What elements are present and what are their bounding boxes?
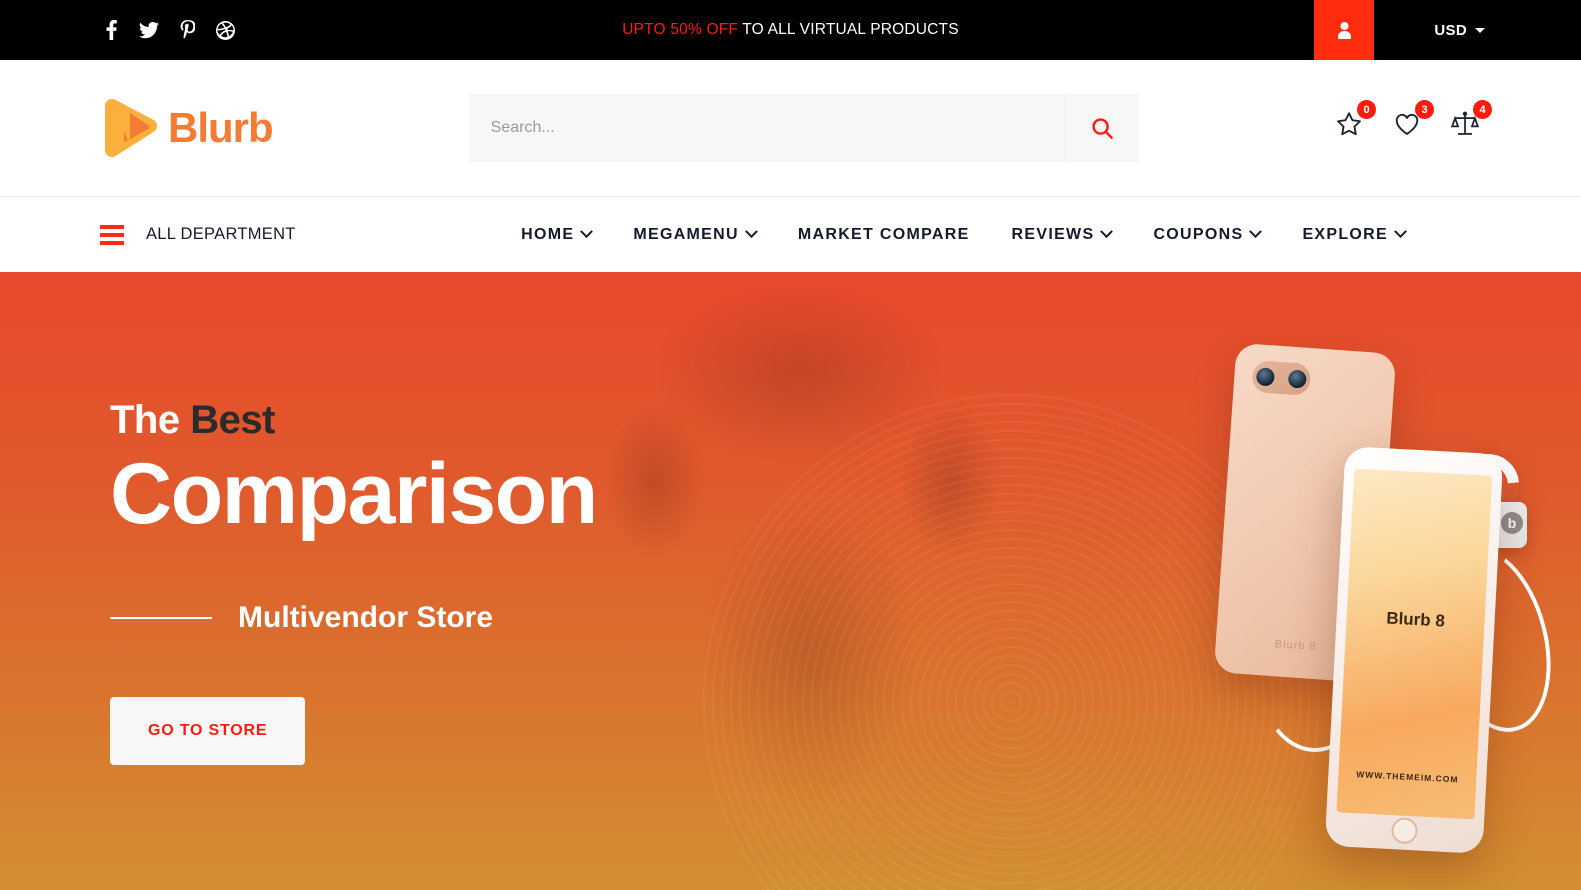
chevron-down-icon xyxy=(1249,225,1263,239)
blurb-play-logo-icon xyxy=(105,99,157,157)
chevron-down-icon xyxy=(580,225,594,239)
star-badge: 0 xyxy=(1357,100,1376,119)
wishlist-star-button[interactable]: 0 xyxy=(1335,100,1376,140)
promo-highlight: UPTO 50% OFF xyxy=(622,21,739,38)
logo-text: Blurb xyxy=(168,104,274,151)
heart-badge: 3 xyxy=(1415,100,1434,119)
hamburger-icon xyxy=(100,224,124,245)
phone-screen-url: WWW.THEMEIM.COM xyxy=(1355,769,1459,785)
hero-eyebrow-light: The xyxy=(110,398,191,442)
promo-rest: TO ALL VIRTUAL PRODUCTS xyxy=(738,21,959,38)
hero-eyebrow: The Best xyxy=(110,398,1581,443)
nav-item-label: REVIEWS xyxy=(1011,225,1095,243)
search-input[interactable] xyxy=(468,94,1065,162)
favourites-heart-button[interactable]: 3 xyxy=(1393,100,1434,140)
hero-content: The Best Comparison Multivendor Store GO… xyxy=(0,272,1581,766)
nav-item-label: MEGAMENU xyxy=(633,225,739,243)
chevron-down-icon xyxy=(744,225,758,239)
hero-subtitle-row: Multivendor Store xyxy=(110,601,1581,635)
nav-item-label: COUPONS xyxy=(1153,225,1244,243)
nav-item-coupons[interactable]: COUPONS xyxy=(1153,225,1263,244)
nav-item-market-compare[interactable]: MARKET COMPARE xyxy=(798,226,970,244)
header-icon-group: 0 3 4 xyxy=(1335,100,1492,146)
nav-item-label: HOME xyxy=(521,225,575,243)
go-to-store-button[interactable]: GO TO STORE xyxy=(110,697,306,766)
hero-subtitle: Multivendor Store xyxy=(238,601,494,635)
top-bar: UPTO 50% OFF TO ALL VIRTUAL PRODUCTS USD xyxy=(0,0,1581,60)
nav-item-megamenu[interactable]: MEGAMENU xyxy=(633,225,758,244)
nav-item-label: EXPLORE xyxy=(1302,225,1388,243)
nav-item-home[interactable]: HOME xyxy=(521,225,594,244)
compare-button[interactable]: 4 xyxy=(1451,100,1492,140)
site-header: Blurb 0 3 xyxy=(0,60,1581,196)
search-bar xyxy=(468,94,1139,162)
nav-menu: HOME MEGAMENU MARKET COMPARE REVIEWS COU… xyxy=(521,225,1481,244)
chevron-down-icon xyxy=(1394,225,1407,239)
compare-badge: 4 xyxy=(1473,100,1492,119)
phone-home-button-icon xyxy=(1390,817,1419,845)
hero-divider-line xyxy=(110,617,212,620)
search-button[interactable] xyxy=(1064,94,1139,162)
nav-item-label: MARKET COMPARE xyxy=(797,225,970,243)
hero-eyebrow-dark: Best xyxy=(190,398,275,442)
search-icon xyxy=(1092,117,1113,139)
chevron-down-icon xyxy=(1100,225,1114,239)
nav-item-reviews[interactable]: REVIEWS xyxy=(1011,225,1114,244)
hero-banner: Blurb 8 Blurb 8 WWW.THEMEIM.COM Blurb b … xyxy=(0,272,1581,890)
promo-banner: UPTO 50% OFF TO ALL VIRTUAL PRODUCTS xyxy=(0,21,1581,39)
main-navigation: ALL DEPARTMENT HOME MEGAMENU MARKET COMP… xyxy=(0,196,1581,272)
all-department-button[interactable]: ALL DEPARTMENT xyxy=(100,224,296,245)
hero-headline: Comparison xyxy=(110,446,598,542)
all-department-label: ALL DEPARTMENT xyxy=(146,225,296,243)
logo[interactable]: Blurb xyxy=(100,98,274,158)
nav-item-explore[interactable]: EXPLORE xyxy=(1302,225,1407,244)
